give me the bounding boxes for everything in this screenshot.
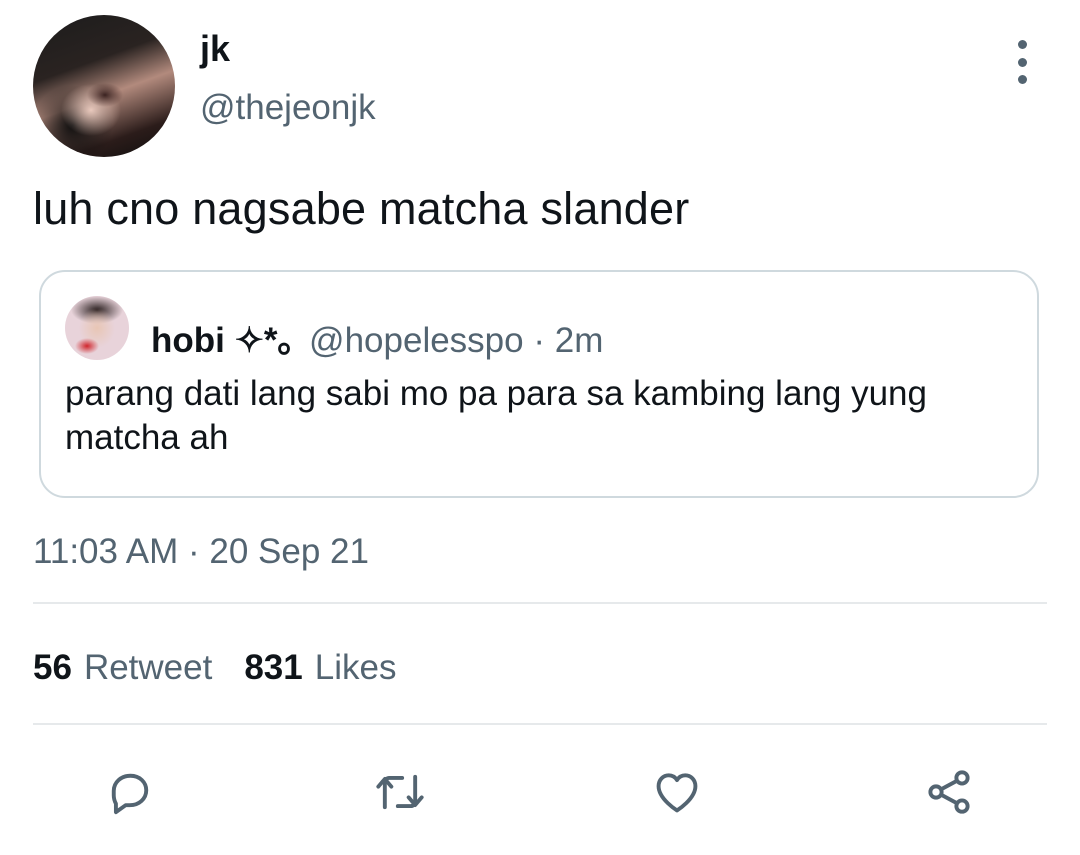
quoted-tweet-text: parang dati lang sabi mo pa para sa kamb… <box>65 374 927 457</box>
reply-icon <box>111 773 149 815</box>
retweets-stat[interactable]: 56 Retweet <box>33 648 212 687</box>
more-dot <box>1017 57 1027 67</box>
more-dot <box>1017 40 1027 49</box>
tweet-text: luh cno nagsabe matcha slander <box>33 183 690 234</box>
tweet-timestamp[interactable]: 11:03 AM · 20 Sep 21 <box>33 532 369 572</box>
like-button[interactable] <box>650 765 704 819</box>
likes-label: Likes <box>314 648 397 687</box>
heart-icon <box>656 773 698 813</box>
author-name[interactable]: jk <box>200 28 230 70</box>
retweet-button[interactable] <box>373 765 427 819</box>
more-options-icon[interactable] <box>1008 40 1036 84</box>
retweets-label: Retweet <box>83 648 213 687</box>
reply-button[interactable] <box>103 765 157 819</box>
quoted-author-handle: @hopelesspo <box>309 321 524 360</box>
quoted-author-avatar <box>65 296 129 360</box>
retweet-icon <box>376 774 424 810</box>
quoted-tweet-time: · 2m <box>523 321 604 360</box>
quoted-tweet-card[interactable]: hobi ✧*｡ @hopelesspo · 2m parang dati lan… <box>39 270 1039 498</box>
author-avatar[interactable] <box>33 15 175 157</box>
likes-count: 831 <box>244 648 303 687</box>
quoted-tweet-header: hobi ✧*｡ @hopelesspo · 2m <box>151 312 603 363</box>
share-button[interactable] <box>922 765 976 819</box>
likes-stat[interactable]: 831 Likes <box>244 648 396 687</box>
author-handle[interactable]: @thejeonjk <box>200 88 376 128</box>
quoted-author-name: hobi ✧*｡ <box>151 321 296 360</box>
tweet-stats: 56 Retweet 831 Likes <box>33 648 396 688</box>
divider <box>33 723 1047 725</box>
more-dot <box>1017 75 1027 84</box>
retweets-count: 56 <box>33 648 72 687</box>
divider <box>33 602 1047 604</box>
share-icon <box>928 770 970 814</box>
